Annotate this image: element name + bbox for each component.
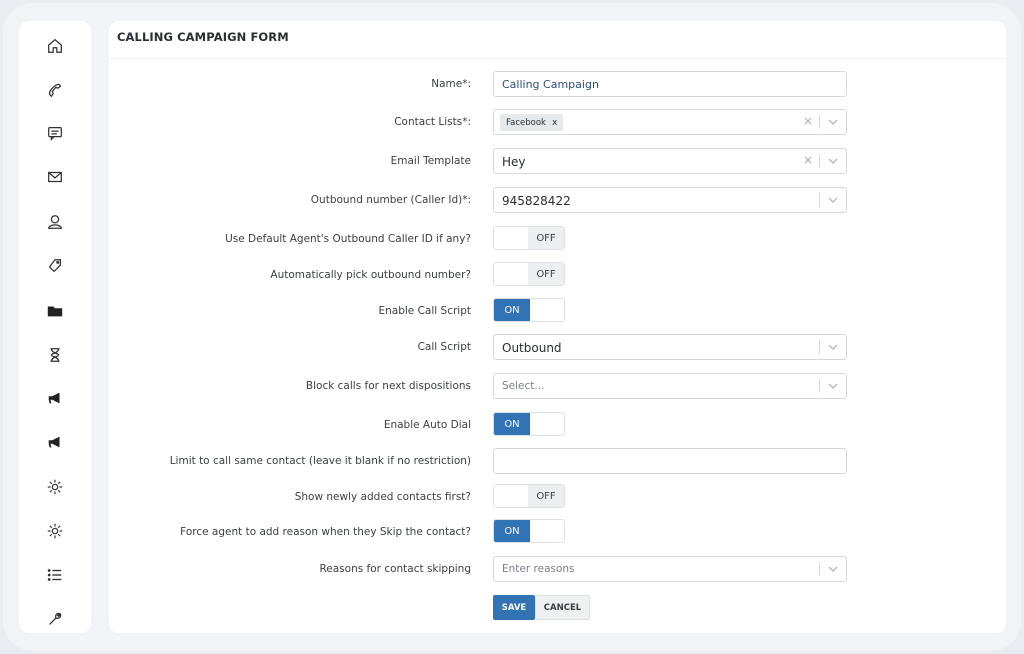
enable-auto-dial-toggle[interactable]: ON [493,412,565,436]
force-reason-label: Force agent to add reason when they Skip… [180,526,471,538]
limit-same-contact-input[interactable] [493,448,847,474]
form-row-enable-auto-dial: Enable Auto Dial ON [109,412,1006,440]
chevron-down-icon[interactable] [820,110,846,134]
form-row-skip-reasons: Reasons for contact skipping Enter reaso… [109,556,1006,584]
clear-icon[interactable]: × [803,153,813,167]
phone-icon[interactable] [44,79,66,101]
force-reason-toggle[interactable]: ON [493,519,565,543]
toggle-state: ON [494,299,530,321]
form-row-name: Name*: Calling Campaign [109,71,1006,99]
enable-call-script-toggle[interactable]: ON [493,298,565,322]
gear-icon[interactable] [44,476,66,498]
list-icon[interactable] [44,564,66,586]
save-button[interactable]: SAVE [493,595,535,620]
form-row-call-script: Call Script Outbound [109,334,1006,362]
email-template-label: Email Template [390,155,471,167]
skip-reasons-label: Reasons for contact skipping [319,563,471,575]
home-icon[interactable] [44,35,66,57]
clear-icon[interactable]: × [803,114,813,128]
page-title: CALLING CAMPAIGN FORM [117,30,289,44]
contact-lists-select[interactable]: Facebook x × [493,109,847,135]
call-script-label: Call Script [417,341,471,353]
limit-same-contact-label: Limit to call same contact (leave it bla… [169,455,471,467]
form-row-auto-pick: Automatically pick outbound number? OFF [109,262,1006,290]
toggle-state: OFF [528,227,564,249]
megaphone-icon[interactable] [44,387,66,409]
outbound-number-label: Outbound number (Caller Id)*: [310,194,471,206]
chat-icon[interactable] [44,122,66,144]
gear-icon[interactable] [44,520,66,542]
wrench-icon[interactable] [44,608,66,630]
name-input[interactable]: Calling Campaign [493,71,847,97]
toggle-state: OFF [528,485,564,507]
block-calls-label: Block calls for next dispositions [305,380,471,392]
auto-pick-toggle[interactable]: OFF [493,262,565,286]
newly-added-first-toggle[interactable]: OFF [493,484,565,508]
folder-icon[interactable] [44,300,66,322]
megaphone-icon[interactable] [44,431,66,453]
call-script-select[interactable]: Outbound [493,334,847,360]
form-row-outbound-number: Outbound number (Caller Id)*: 945828422 [109,187,1006,215]
name-value: Calling Campaign [502,78,599,91]
email-template-value: Hey [502,155,526,169]
form-row-contact-lists: Contact Lists*: Facebook x × [109,109,1006,137]
name-label: Name*: [431,78,471,90]
chevron-down-icon[interactable] [820,335,846,359]
form-row-force-reason: Force agent to add reason when they Skip… [109,519,1006,547]
selected-tag: Facebook x [500,114,564,131]
enable-auto-dial-label: Enable Auto Dial [383,419,471,431]
tag-remove-icon[interactable]: x [552,118,557,128]
tag-label: Facebook [506,117,546,128]
toggle-state: ON [494,413,530,435]
block-calls-placeholder: Select... [502,380,545,392]
toggle-state: ON [494,520,530,542]
enable-call-script-label: Enable Call Script [378,305,472,317]
hourglass-icon[interactable] [44,344,66,366]
mail-icon[interactable] [44,166,66,188]
default-caller-id-toggle[interactable]: OFF [493,226,565,250]
sidebar [19,21,91,633]
outbound-number-select[interactable]: 945828422 [493,187,847,213]
chevron-down-icon[interactable] [820,557,846,581]
form-row-block-calls: Block calls for next dispositions Select… [109,373,1006,401]
skip-reasons-placeholder: Enter reasons [502,563,575,575]
form-row-newly-added-first: Show newly added contacts first? OFF [109,484,1006,512]
skip-reasons-select[interactable]: Enter reasons [493,556,847,582]
form-panel: CALLING CAMPAIGN FORM Name*: Calling Cam… [109,21,1006,633]
user-icon[interactable] [44,211,66,233]
block-calls-select[interactable]: Select... [493,373,847,399]
auto-pick-label: Automatically pick outbound number? [270,269,471,281]
form-row-default-caller-id: Use Default Agent's Outbound Caller ID i… [109,226,1006,254]
chevron-down-icon[interactable] [820,188,846,212]
form-actions: SAVE CANCEL [109,595,1006,623]
outbound-number-value: 945828422 [502,194,571,208]
form-row-limit-same-contact: Limit to call same contact (leave it bla… [109,448,1006,476]
newly-added-first-label: Show newly added contacts first? [294,491,471,503]
form-row-email-template: Email Template Hey × [109,148,1006,176]
title-divider [109,58,1006,59]
form-row-enable-call-script: Enable Call Script ON [109,298,1006,326]
default-caller-id-label: Use Default Agent's Outbound Caller ID i… [225,233,471,245]
call-script-value: Outbound [502,341,562,355]
toggle-state: OFF [528,263,564,285]
contact-lists-label: Contact Lists*: [394,116,471,128]
chevron-down-icon[interactable] [820,374,846,398]
chevron-down-icon[interactable] [820,149,846,173]
email-template-select[interactable]: Hey × [493,148,847,174]
tag-icon[interactable] [44,255,66,277]
cancel-button[interactable]: CANCEL [535,595,590,620]
